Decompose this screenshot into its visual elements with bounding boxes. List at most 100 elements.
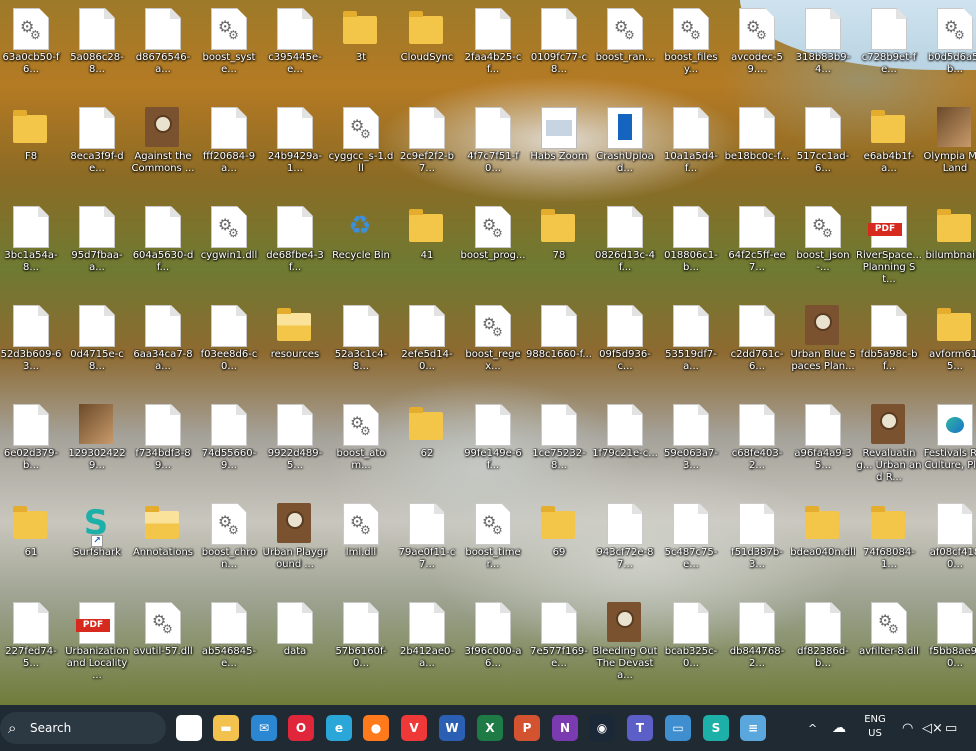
desktop-icon[interactable]: 0109fc77-c8... (526, 2, 592, 98)
desktop-icon[interactable]: 5c487c75-e... (658, 497, 724, 593)
desktop-icon[interactable]: 0826d13c-4f... (592, 200, 658, 296)
desktop-icon[interactable]: ⚙ ⚙ boost_prog... (460, 200, 526, 296)
volume-muted-icon[interactable]: ◁× (922, 705, 943, 751)
desktop-icon[interactable]: c68fe403-2... (724, 398, 790, 494)
desktop-icon[interactable]: 227fed74-5... (0, 596, 64, 692)
desktop-icon[interactable]: ⚙ ⚙ boost_timer... (460, 497, 526, 593)
desktop-icon[interactable]: 9922d489-5... (262, 398, 328, 494)
desktop-icon[interactable]: f03ee8d6-c0... (196, 299, 262, 395)
desktop-icon[interactable]: Bleeding Out The Devasta... (592, 596, 658, 692)
desktop-icon[interactable]: 62 (394, 398, 460, 494)
desktop-icon[interactable]: 1ce75232-8... (526, 398, 592, 494)
desktop-icon[interactable]: CloudSync (394, 2, 460, 98)
desktop-icon[interactable]: 2faa4b25-cf... (460, 2, 526, 98)
desktop-icon[interactable]: f51d387b-3... (724, 497, 790, 593)
desktop-icon[interactable]: F8 (0, 101, 64, 197)
desktop-icon[interactable]: 78 (526, 200, 592, 296)
taskbar-surfshark-button[interactable]: S (700, 705, 732, 751)
desktop-icon[interactable]: Revaluating... Urban and R... (856, 398, 922, 494)
desktop-icon[interactable]: 6aa34ca7-8a... (130, 299, 196, 395)
desktop-icon[interactable]: 69 (526, 497, 592, 593)
desktop-icon[interactable]: f734bdf3-89... (130, 398, 196, 494)
desktop-icon[interactable]: 604a5630-df... (130, 200, 196, 296)
desktop-icon[interactable]: 943cf72e-87... (592, 497, 658, 593)
taskbar-word-button[interactable]: W (436, 705, 468, 751)
desktop-icon[interactable]: 2efe5d14-0... (394, 299, 460, 395)
desktop-icon[interactable]: 09f5d936-c... (592, 299, 658, 395)
desktop-icon[interactable]: bcab325c-0... (658, 596, 724, 692)
desktop-icon[interactable]: fdb5a98c-bf... (856, 299, 922, 395)
desktop-icon[interactable]: Festivals R... Culture, Pl... (922, 398, 976, 494)
desktop-icon[interactable]: 52a3c1c4-8... (328, 299, 394, 395)
desktop-icon[interactable]: 57b6160f-0... (328, 596, 394, 692)
desktop-icon[interactable]: 7e577f169-e... (526, 596, 592, 692)
desktop-icon[interactable]: 318b83b9-4... (790, 2, 856, 98)
desktop-icon[interactable]: bilumbnai... (922, 200, 976, 296)
taskbar-remote-desktop-button[interactable]: ▭ (662, 705, 694, 751)
desktop-icon[interactable]: ⚙ ⚙ boost_chron... (196, 497, 262, 593)
desktop-icon[interactable]: ⚙ ⚙ boost_regex... (460, 299, 526, 395)
battery-icon[interactable]: ▭ (945, 705, 957, 751)
desktop-icon[interactable]: df82386d-b... (790, 596, 856, 692)
desktop-icon[interactable]: 61 (0, 497, 64, 593)
desktop-icon[interactable]: de68fbe4-3f... (262, 200, 328, 296)
desktop-icon[interactable]: bdea040n.dll (790, 497, 856, 593)
desktop-icon[interactable]: 6e02d379-b... (0, 398, 64, 494)
desktop-icon[interactable]: CrashUpload... (592, 101, 658, 197)
desktop-icon[interactable]: ⚙ ⚙ boost_filesy... (658, 2, 724, 98)
desktop-icon[interactable]: 517cc1ad-6... (790, 101, 856, 197)
desktop-icon[interactable]: S ↗ Surfshark (64, 497, 130, 593)
onedrive-icon[interactable]: ☁ (832, 705, 846, 751)
desktop-icon[interactable]: ⚙ ⚙ 63a0cb50-f6... (0, 2, 64, 98)
desktop-icon[interactable]: ⚙ ⚙ cyggcc_s-1.dll (328, 101, 394, 197)
desktop-icon[interactable]: 1293024229... (64, 398, 130, 494)
desktop-icon[interactable]: ⚙ ⚙ avutil-57.dll (130, 596, 196, 692)
desktop-icon[interactable]: 53519df7-a... (658, 299, 724, 395)
desktop-icon[interactable]: data (262, 596, 328, 692)
desktop-icon[interactable]: ⚙ ⚙ boost_syste... (196, 2, 262, 98)
desktop-icon[interactable]: PDF Urbanization and Locality ... (64, 596, 130, 692)
desktop-icon[interactable]: ♻ Recycle Bin (328, 200, 394, 296)
desktop-icon[interactable]: 64f2c5ff-ee7... (724, 200, 790, 296)
desktop-icon[interactable]: Annotations (130, 497, 196, 593)
desktop-icon[interactable]: a96fa4a9-35... (790, 398, 856, 494)
desktop-icon[interactable]: 79ae0f11-c7... (394, 497, 460, 593)
desktop-icon[interactable]: Urban Playground ... (262, 497, 328, 593)
desktop-icon[interactable]: be18bc0c-f... (724, 101, 790, 197)
desktop-icon[interactable]: ⚙ ⚙ boost_json-... (790, 200, 856, 296)
desktop-icon[interactable]: 8eca3f9f-de... (64, 101, 130, 197)
desktop-icon[interactable]: fff20684-9a... (196, 101, 262, 197)
taskbar-teams-button[interactable]: T (624, 705, 656, 751)
desktop-icon[interactable]: db844768-2... (724, 596, 790, 692)
desktop-icon[interactable]: ⚙ ⚙ boost_atom... (328, 398, 394, 494)
taskbar-excel-button[interactable]: X (474, 705, 506, 751)
desktop-icon[interactable]: 24b9429a-1... (262, 101, 328, 197)
desktop-icon[interactable]: af08cf4180... (922, 497, 976, 593)
desktop-icon[interactable]: ⚙ ⚙ lmi.dll (328, 497, 394, 593)
desktop-icon[interactable]: ⚙ ⚙ cygwin1.dll (196, 200, 262, 296)
taskbar-opera-button[interactable]: O (285, 705, 317, 751)
desktop-icon[interactable]: 3t (328, 2, 394, 98)
desktop-icon[interactable]: Habs Zoom (526, 101, 592, 197)
desktop-icon[interactable]: f5bb8ae9-0... (922, 596, 976, 692)
desktop-icon[interactable]: d8676546-a... (130, 2, 196, 98)
desktop-icon[interactable]: 988c1660-f... (526, 299, 592, 395)
taskbar-notepad-button[interactable]: ≡ (737, 705, 769, 751)
language-indicator[interactable]: ENG US (858, 713, 892, 741)
desktop-icon[interactable]: 95d7fbaa-a... (64, 200, 130, 296)
desktop-icon[interactable]: 1f79c21e-c... (592, 398, 658, 494)
desktop-icon[interactable]: 5a086c28-8... (64, 2, 130, 98)
desktop-icon[interactable]: ⚙ ⚙ avcodec-59.... (724, 2, 790, 98)
desktop-icon[interactable]: 74d55660-9... (196, 398, 262, 494)
desktop-icon[interactable]: 0d4715e-c8... (64, 299, 130, 395)
desktop-icon[interactable]: ⚙⚙b0d5d6a5-b... (922, 2, 976, 98)
desktop-icon[interactable]: 2c9ef2f2-b7... (394, 101, 460, 197)
desktop-icon[interactable]: 74f68084-1... (856, 497, 922, 593)
desktop-icon[interactable]: 4f7c7f51-f0... (460, 101, 526, 197)
taskbar-task-view-button[interactable]: ▣ (173, 705, 205, 751)
desktop-icon[interactable]: resources (262, 299, 328, 395)
taskbar-firefox-button[interactable]: ● (360, 705, 392, 751)
desktop-icon[interactable]: ⚙ ⚙ avfilter-8.dll (856, 596, 922, 692)
desktop-icon[interactable]: Olympia M... Land (922, 101, 976, 197)
desktop-icon[interactable]: 3bc1a54a-8... (0, 200, 64, 296)
